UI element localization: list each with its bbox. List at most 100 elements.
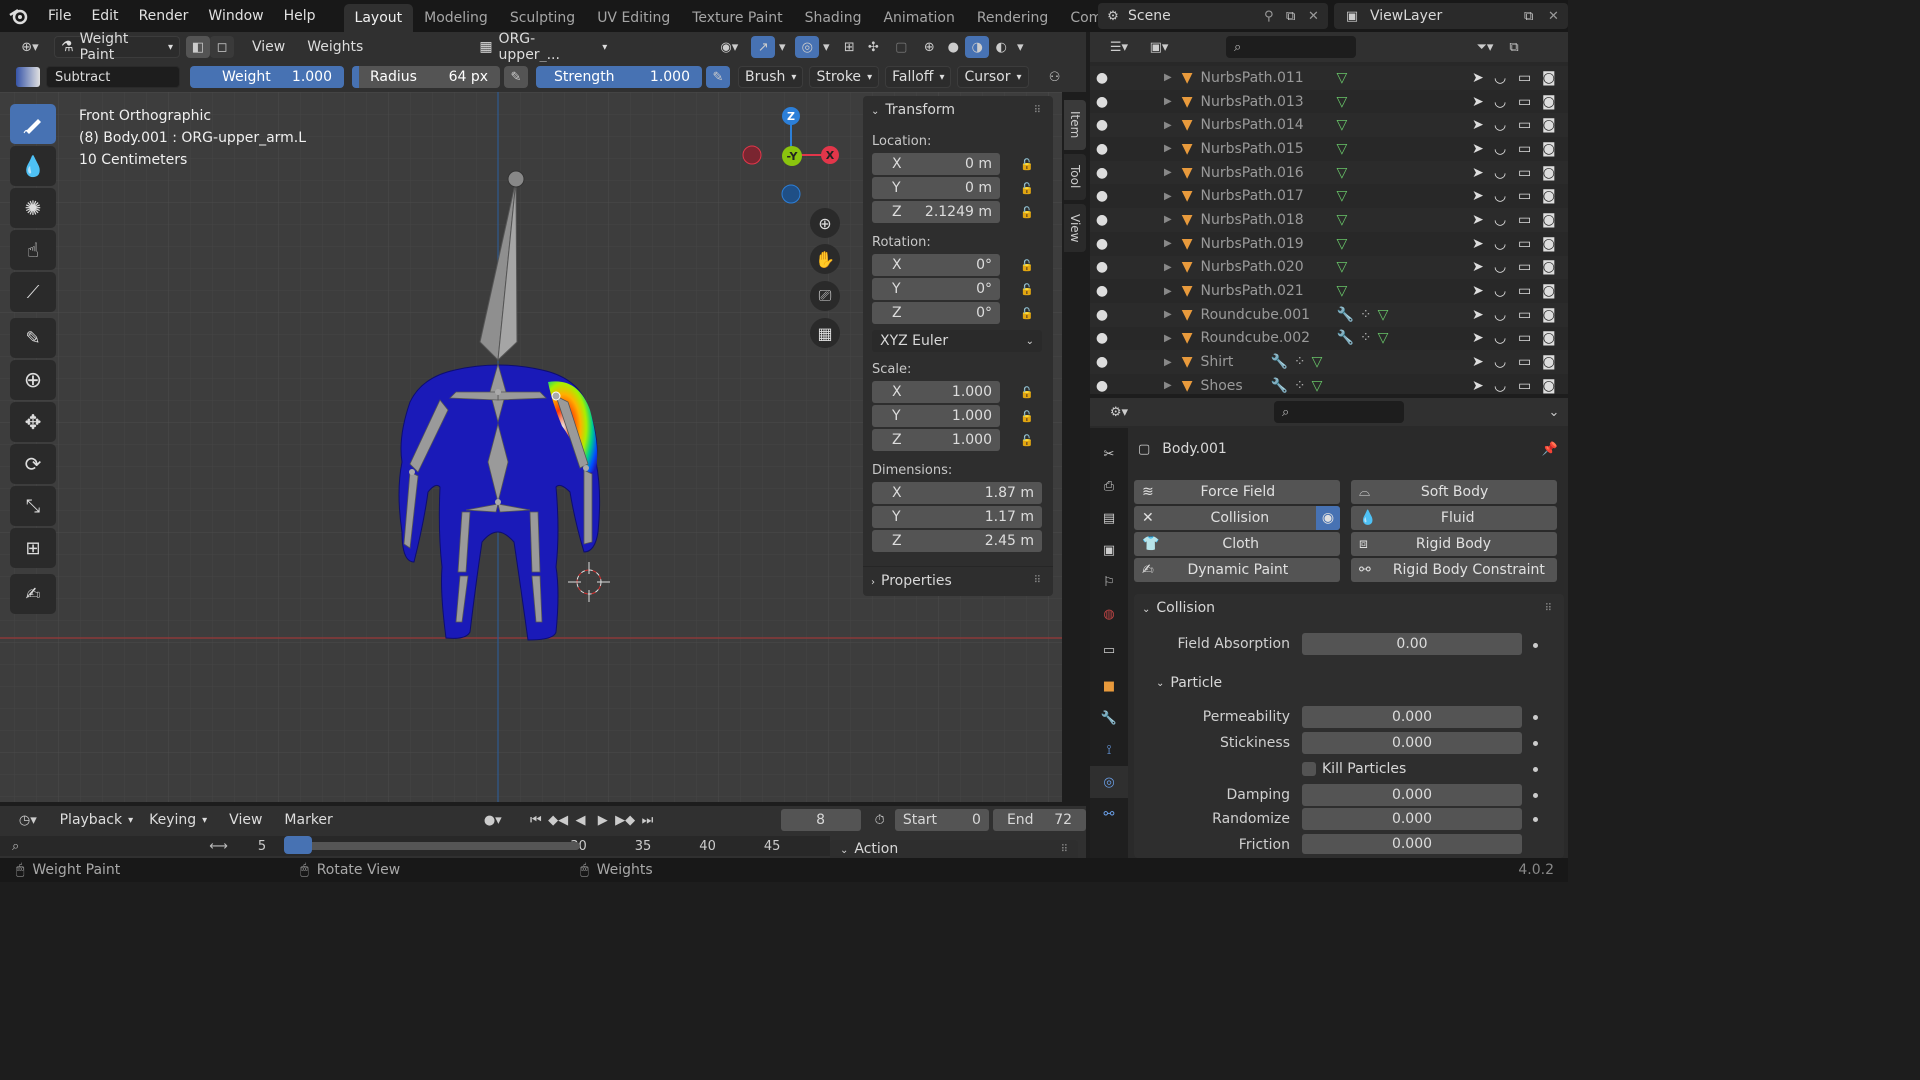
outliner-row[interactable]: ● ▶ ▼ NurbsPath.020 ▽ ➤ ◡ ▭ ◙ [1090,255,1568,280]
render-camera-icon[interactable]: ◙ [1542,188,1568,204]
expand-arrow-icon[interactable]: ▶ [1164,333,1172,344]
pin-icon[interactable]: 📌 [1542,442,1558,457]
hide-viewport-icon[interactable]: ◡ [1494,141,1518,157]
visibility-dot-icon[interactable]: ● [1090,188,1114,204]
mask-toggle[interactable]: ◧ [186,36,210,58]
outliner-item-label[interactable]: NurbsPath.013 [1200,94,1330,110]
outliner-item-label[interactable]: NurbsPath.016 [1200,165,1330,181]
world-tab-icon[interactable]: ◍ [1090,598,1128,630]
keyframe-dot-icon[interactable] [1533,643,1538,648]
tab-uv-editing[interactable]: UV Editing [586,4,681,32]
menu-render[interactable]: Render [129,0,199,32]
outliner-item-label[interactable]: NurbsPath.011 [1200,70,1330,86]
tab-sculpting[interactable]: Sculpting [499,4,586,32]
mask-vertex-toggle[interactable]: ◻ [210,36,234,58]
hide-viewport-icon[interactable]: ◡ [1494,283,1518,299]
average-brush-icon[interactable]: ✺ [10,188,56,228]
permeability-field[interactable]: 0.000 [1302,706,1522,728]
selectable-icon[interactable]: ➤ [1472,188,1494,204]
object-tab-icon[interactable]: ■ [1090,670,1128,702]
hide-viewport-icon[interactable]: ◡ [1494,307,1518,323]
selectable-icon[interactable]: ➤ [1472,94,1494,110]
cloth-button[interactable]: 👕 Cloth [1134,532,1340,556]
monitor-icon[interactable]: ▭ [1518,141,1542,157]
action-panel-header[interactable]: ⌄ Action ⠿ [830,840,1078,858]
keyframe-dot-icon[interactable] [1533,741,1538,746]
expand-arrow-icon[interactable]: ▶ [1164,214,1172,225]
modifier-icon[interactable]: 🔧 [1270,354,1287,370]
tab-shading[interactable]: Shading [794,4,873,32]
grid-icon[interactable]: ▦ [810,318,840,348]
jump-keyframe-back-icon[interactable]: ◆◀ [547,809,569,831]
menu-marker[interactable]: Marker [278,809,338,831]
outliner-row[interactable]: ● ▶ ▼ NurbsPath.018 ▽ ➤ ◡ ▭ ◙ [1090,208,1568,232]
view-layer-tab-icon[interactable]: ▣ [1090,534,1128,566]
rigid-body-constraint-button[interactable]: ⚯ Rigid Body Constraint [1351,558,1557,582]
render-camera-icon[interactable]: ◙ [1542,283,1568,299]
visibility-dot-icon[interactable]: ● [1090,117,1114,133]
start-frame-field[interactable]: Start 0 [894,809,989,831]
properties-search-input[interactable]: ⌕ [1274,401,1404,423]
visibility-dot-icon[interactable]: ● [1090,94,1114,110]
rotation-z-field[interactable]: Z 0° [872,302,1000,324]
expand-arrow-icon[interactable]: ▶ [1164,262,1172,273]
visibility-dot-icon[interactable]: ● [1090,330,1114,346]
selectable-icon[interactable]: ➤ [1472,307,1494,323]
falloff-menu[interactable]: Falloff ▾ [885,66,952,88]
current-frame-field[interactable]: 8 [780,809,861,831]
scale-y-field[interactable]: Y 1.000 [872,405,1000,427]
rotate-icon[interactable]: ⟳ [10,444,56,484]
vertex-group-selector[interactable]: ▦ ORG-upper_... ▾ [473,31,613,63]
output-tab-icon[interactable]: ▤ [1090,502,1128,534]
stopwatch-icon[interactable]: ⏱ [869,809,891,831]
stickiness-field[interactable]: 0.000 [1302,732,1522,754]
blur-brush-icon[interactable]: 💧 [10,146,56,186]
menu-playback[interactable]: Playback ▾ [54,809,140,831]
render-camera-icon[interactable]: ◙ [1542,236,1568,252]
collision-panel-header[interactable]: ⌄ Collision ⠿ [1134,594,1564,622]
shading-rendered-icon[interactable]: ◐ [989,36,1013,58]
drag-handle-icon[interactable]: ⠿ [1061,844,1068,855]
view-layer-selector[interactable]: ▣ ViewLayer ⧉ ✕ [1334,3,1568,29]
drag-handle-icon[interactable]: ⠿ [1545,603,1552,614]
randomize-field[interactable]: 0.000 [1302,808,1522,830]
chevron-down-icon[interactable]: ▾ [775,36,789,58]
blender-logo-icon[interactable] [0,0,38,32]
outliner-item-label[interactable]: NurbsPath.021 [1200,283,1330,299]
dimensions-x-field[interactable]: X 1.87 m [872,482,1042,504]
selectable-icon[interactable]: ➤ [1472,117,1494,133]
tab-layout[interactable]: Layout [343,4,414,32]
selectable-icon[interactable]: ➤ [1472,378,1494,394]
cursor-menu[interactable]: Cursor ▾ [957,66,1029,88]
outliner-item-label[interactable]: NurbsPath.015 [1200,141,1330,157]
hide-viewport-icon[interactable]: ◡ [1494,94,1518,110]
selectable-icon[interactable]: ➤ [1472,165,1494,181]
render-camera-icon[interactable]: ◙ [1542,330,1568,346]
monitor-icon[interactable]: ▭ [1518,307,1542,323]
search-icon[interactable]: ⌕ [12,839,19,854]
selectable-icon[interactable]: ➤ [1472,259,1494,275]
outliner-row[interactable]: ● ▶ ▼ Roundcube.001 🔧 ⁘ ▽ ➤ ◡ ▭ ◙ [1090,302,1568,327]
monitor-icon[interactable]: ▭ [1518,117,1542,133]
render-camera-icon[interactable]: ◙ [1542,354,1568,370]
shading-material-icon[interactable]: ◑ [965,36,990,58]
timeline-ruler[interactable]: ⌕ ⟷ 5 30 35 40 45 [0,836,830,856]
soft-body-button[interactable]: ⌓ Soft Body [1351,480,1557,504]
selectable-icon[interactable]: ➤ [1472,141,1494,157]
overlay-icon[interactable]: ◎ [795,36,820,58]
draw-brush-icon[interactable] [10,104,56,144]
rotation-x-field[interactable]: X 0° [872,254,1000,276]
bone-select-icon[interactable]: ⊞ [837,36,861,58]
outliner-item-label[interactable]: Roundcube.001 [1200,307,1330,323]
outliner-item-label[interactable]: Shirt [1200,354,1262,370]
zoom-icon[interactable]: ⊕ [810,208,840,238]
transform-icon[interactable]: ⊞ [10,528,56,568]
collection-tab-icon[interactable]: ▭ [1090,630,1128,670]
outliner-row[interactable]: ● ▶ ▼ NurbsPath.016 ▽ ➤ ◡ ▭ ◙ [1090,160,1568,185]
expand-arrow-icon[interactable]: ▶ [1164,96,1172,107]
shading-solid-icon[interactable]: ● [941,36,965,58]
hide-viewport-icon[interactable]: ◡ [1494,70,1518,86]
visibility-dot-icon[interactable]: ● [1090,378,1114,394]
brush-preview-icon[interactable] [16,67,40,87]
menu-keying[interactable]: Keying ▾ [143,809,213,831]
